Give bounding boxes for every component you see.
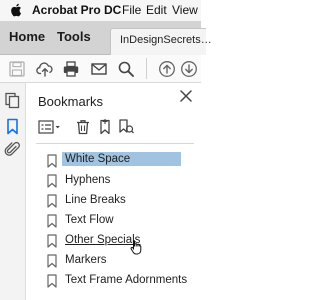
mac-menubar: Acrobat Pro DC File Edit View: [0, 0, 201, 22]
menu-file[interactable]: File: [122, 3, 141, 17]
toolbar-divider: [146, 58, 147, 79]
tab-home[interactable]: Home: [9, 29, 45, 44]
bookmark-icon: [47, 194, 57, 208]
bookmark-icon: [47, 254, 57, 268]
attachment-icon[interactable]: [4, 141, 21, 158]
bookmark-label: Line Breaks: [65, 194, 126, 206]
bookmark-icon: [47, 274, 57, 288]
delete-bookmark-icon[interactable]: [74, 118, 92, 136]
panel-title: Bookmarks: [38, 94, 104, 109]
mail-icon[interactable]: [90, 60, 108, 78]
bookmark-row-text-frame-adornments[interactable]: Text Frame Adornments: [26, 271, 201, 291]
bookmark-label: Text Frame Adornments: [65, 274, 188, 286]
main-toolbar: [0, 55, 201, 83]
bookmark-row-white-space[interactable]: White Space: [26, 151, 201, 171]
scroll-down-icon[interactable]: [180, 60, 198, 78]
bookmark-label: Markers: [65, 254, 107, 266]
page-thumbnails-icon[interactable]: [4, 92, 21, 109]
bookmark-icon: [47, 234, 57, 248]
menu-view[interactable]: View: [172, 3, 198, 17]
tab-tools[interactable]: Tools: [57, 29, 91, 44]
save-icon[interactable]: [8, 60, 26, 78]
panel-divider: [36, 143, 194, 144]
close-icon[interactable]: [179, 89, 193, 103]
bookmark-label: Text Flow: [65, 214, 114, 226]
bookmarks-toolbar: [26, 115, 201, 143]
top-tab-bar: Home Tools InDesignSecrets…: [0, 21, 212, 55]
app-name-menu[interactable]: Acrobat Pro DC: [32, 3, 121, 17]
new-bookmark-from-structure-icon[interactable]: [117, 118, 135, 136]
bookmark-label: Hyphens: [65, 174, 111, 186]
bookmark-row-line-breaks[interactable]: Line Breaks: [26, 191, 201, 211]
options-menu-icon[interactable]: [38, 118, 62, 136]
print-icon[interactable]: [62, 60, 80, 78]
bookmark-icon[interactable]: [4, 118, 21, 135]
bookmark-row-hyphens[interactable]: Hyphens: [26, 171, 201, 191]
left-nav-rail: [0, 83, 26, 300]
apple-logo-icon[interactable]: [10, 3, 22, 17]
bookmark-row-markers[interactable]: Markers: [26, 251, 201, 271]
bookmark-label: White Space: [62, 152, 181, 166]
hand-pointer-icon: [130, 239, 142, 255]
search-icon[interactable]: [117, 60, 135, 78]
document-tab-title: InDesignSecrets…: [120, 34, 212, 46]
new-bookmark-icon[interactable]: [96, 118, 114, 136]
bookmark-icon: [47, 154, 57, 168]
menu-edit[interactable]: Edit: [146, 3, 167, 17]
bookmark-row-text-flow[interactable]: Text Flow: [26, 211, 201, 231]
bookmark-icon: [47, 214, 57, 228]
bookmark-row-other-specials[interactable]: Other Specials: [26, 231, 201, 251]
scroll-up-icon[interactable]: [158, 60, 176, 78]
cloud-upload-icon[interactable]: [36, 60, 54, 78]
bookmark-icon: [47, 174, 57, 188]
bookmarks-panel: Bookmarks White Space Hyphens Line Break…: [26, 83, 201, 300]
document-tab[interactable]: InDesignSecrets…: [110, 28, 212, 55]
